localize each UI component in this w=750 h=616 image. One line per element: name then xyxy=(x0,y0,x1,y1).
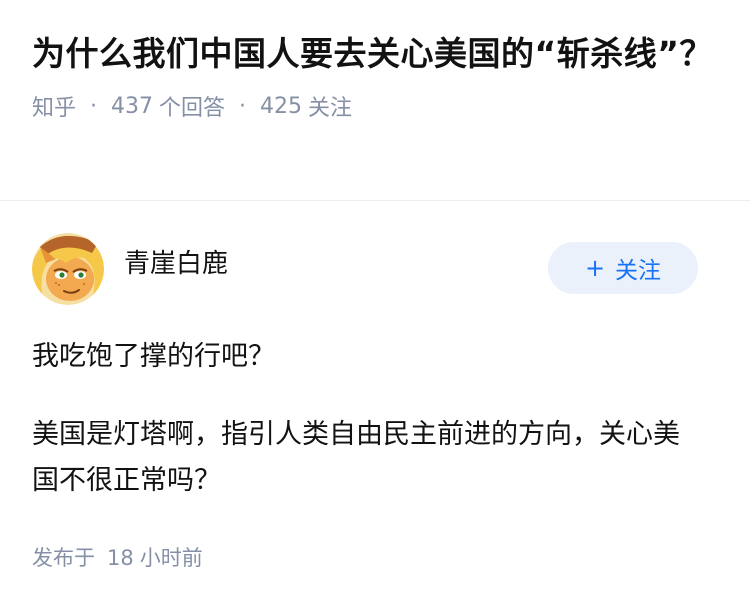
published-unit: 小时前 xyxy=(139,546,203,570)
answer-paragraph: 我吃饱了撑的行吧？ xyxy=(32,341,275,372)
answers-label: 个回答 xyxy=(159,96,226,121)
meta-separator: · xyxy=(90,93,98,119)
follow-button-label: 关注 xyxy=(615,258,662,284)
published-num: 18 xyxy=(107,546,134,570)
author-name[interactable]: 青崖白鹿 xyxy=(124,243,228,280)
author-row: 青崖白鹿 + 关注 xyxy=(32,232,698,306)
question-header: 为什么我们中国人要去关心美国的“斩杀线”？ 知乎 · 437 个回答 · 425… xyxy=(0,0,750,170)
answer-paragraph: 美国是灯塔啊，指引人类自由民主前进的方向，关心美国不很正常吗？ xyxy=(32,419,680,496)
question-title[interactable]: 为什么我们中国人要去关心美国的“斩杀线”？ xyxy=(32,30,718,78)
meta-separator: · xyxy=(239,93,247,119)
follow-button[interactable]: + 关注 xyxy=(548,242,698,294)
answer-timestamp: 发布于 18 小时前 xyxy=(32,542,698,572)
question-meta: 知乎 · 437 个回答 · 425 关注 xyxy=(32,90,718,122)
published-prefix: 发布于 xyxy=(32,546,95,570)
answer-card: 青崖白鹿 + 关注 我吃饱了撑的行吧？ 美国是灯塔啊，指引人类自由民主前进的方向… xyxy=(32,232,698,572)
answer-body[interactable]: 我吃饱了撑的行吧？ 美国是灯塔啊，指引人类自由民主前进的方向，关心美国不很正常吗… xyxy=(32,334,698,504)
plus-icon: + xyxy=(584,254,606,282)
answers-count: 437 xyxy=(111,93,154,119)
pony-avatar-icon xyxy=(32,233,104,305)
author-avatar[interactable] xyxy=(32,233,104,305)
section-divider xyxy=(0,200,750,201)
followers-label: 关注 xyxy=(308,96,353,121)
followers-count: 425 xyxy=(260,93,303,119)
source-label[interactable]: 知乎 xyxy=(32,90,76,122)
